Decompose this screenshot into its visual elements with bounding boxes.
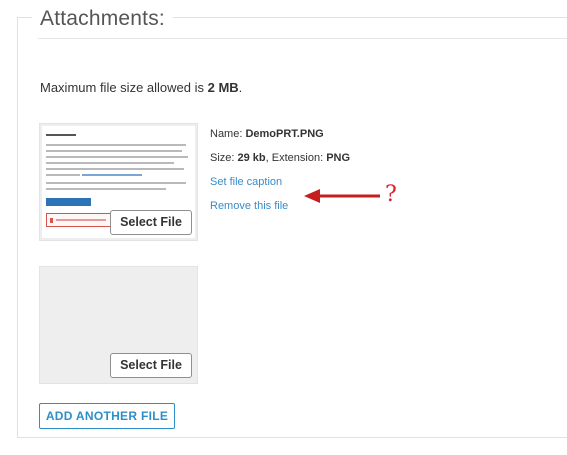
file-extension-label: , Extension: bbox=[265, 152, 327, 164]
preview-text-line bbox=[46, 162, 174, 164]
preview-text-line bbox=[46, 144, 186, 146]
file-name-row: Name: DemoPRT.PNG bbox=[210, 128, 324, 140]
preview-text-line bbox=[46, 168, 184, 170]
file-name-label: Name: bbox=[210, 128, 246, 140]
legend-divider bbox=[38, 38, 567, 39]
select-file-button-2[interactable]: Select File bbox=[110, 353, 192, 378]
max-size-suffix: . bbox=[238, 80, 243, 95]
preview-text-line bbox=[46, 188, 166, 190]
arrow-left-icon bbox=[304, 189, 380, 203]
preview-heading-line bbox=[46, 134, 76, 136]
preview-button-shape bbox=[46, 198, 91, 206]
file-thumbnail-2: Select File bbox=[39, 266, 198, 384]
preview-text-line bbox=[46, 174, 80, 176]
remove-file-link[interactable]: Remove this file bbox=[210, 200, 288, 212]
max-size-value: 2 MB bbox=[207, 80, 239, 95]
preview-text-line bbox=[46, 156, 188, 158]
max-file-size-text: Maximum file size allowed is 2 MB. bbox=[40, 80, 242, 95]
file-size-value: 29 kb bbox=[237, 152, 266, 164]
select-file-button-1[interactable]: Select File bbox=[110, 210, 192, 235]
file-name-value: DemoPRT.PNG bbox=[245, 128, 324, 140]
file-thumbnail-1: ​ Select File bbox=[39, 123, 198, 241]
add-another-file-button[interactable]: ADD ANOTHER FILE bbox=[39, 403, 175, 429]
preview-alert-shape bbox=[46, 213, 116, 227]
file-size-label: Size: bbox=[210, 152, 238, 164]
preview-text-line bbox=[46, 150, 182, 152]
max-size-prefix: Maximum file size allowed is bbox=[40, 80, 208, 95]
question-mark-annotation: ? bbox=[385, 182, 397, 207]
attachments-legend: Attachments: bbox=[32, 4, 173, 34]
set-file-caption-link[interactable]: Set file caption bbox=[210, 176, 282, 188]
preview-text-line bbox=[46, 182, 186, 184]
file-size-row: Size: 29 kb, Extension: PNG bbox=[210, 152, 350, 164]
file-extension-value: PNG bbox=[326, 152, 351, 164]
preview-link-line bbox=[82, 174, 142, 176]
